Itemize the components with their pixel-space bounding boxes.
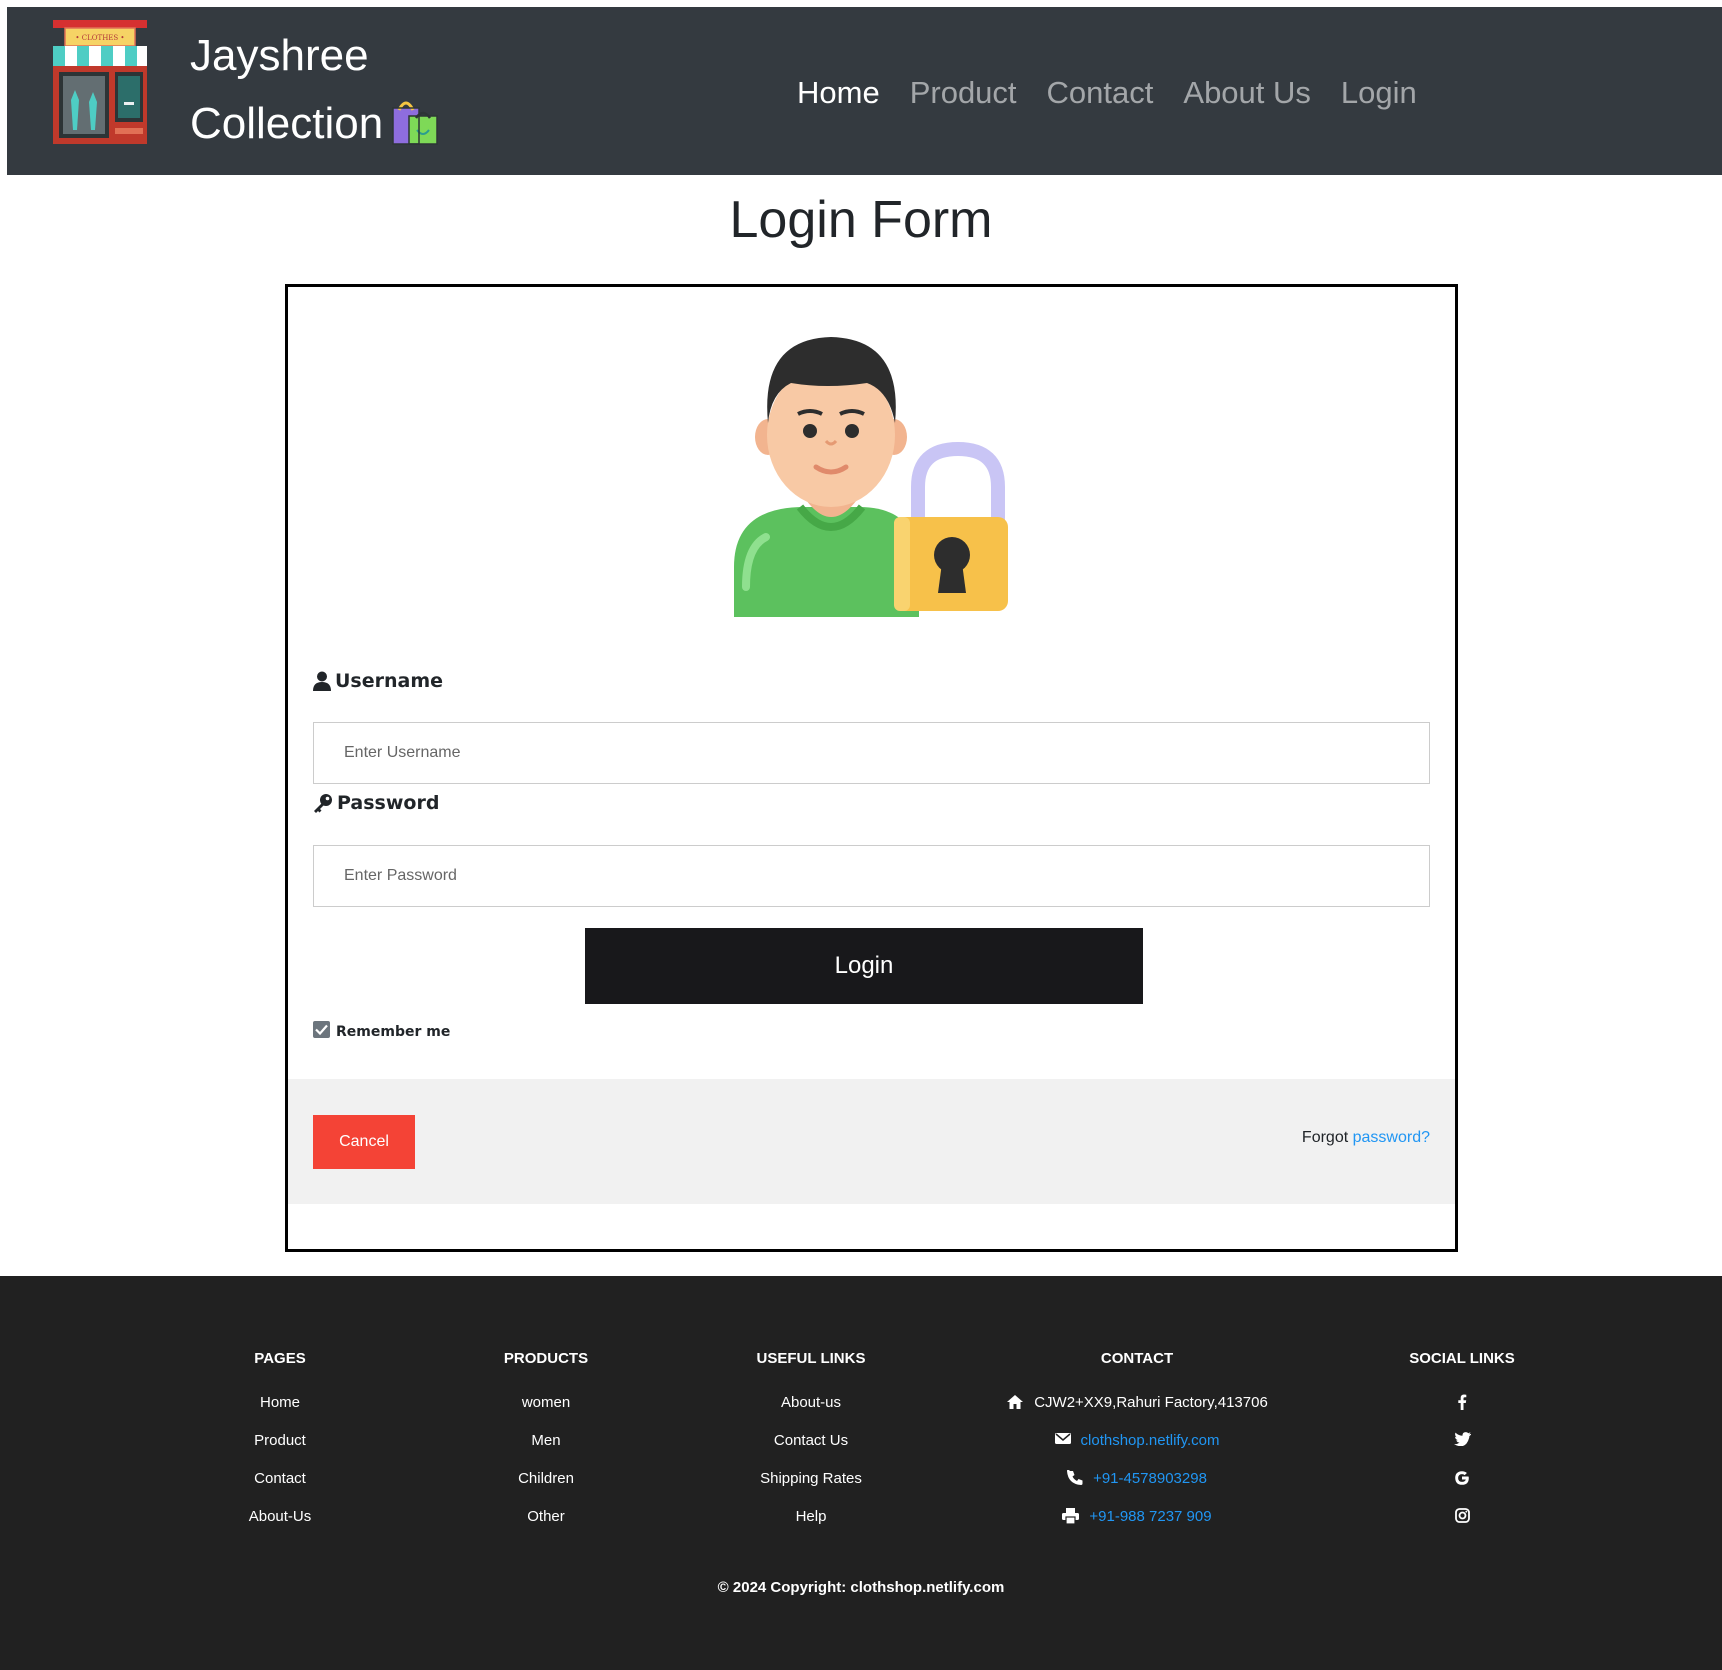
forgot-prefix: Forgot [1301,1129,1349,1146]
logo-sign-text: • CLOTHES • [75,34,124,42]
footer-link-shipping-rates[interactable]: Shipping Rates [731,1470,891,1508]
contact-phone: +91-4578903298 [937,1469,1337,1508]
nav-link-product[interactable]: Product [910,75,1017,111]
envelope-icon [1054,1432,1071,1450]
shopping-bags-icon [389,94,439,166]
nav-link-home[interactable]: Home [797,75,880,111]
username-input[interactable] [313,722,1430,784]
google-icon [1454,1470,1470,1491]
navbar: • CLOTHES • Jayshree Collection Home Pro… [7,7,1722,175]
remember-me-checkbox[interactable] [313,1020,330,1038]
printer-icon [1062,1508,1080,1529]
footer-heading-useful-links: USEFUL LINKS [756,1350,866,1367]
user-icon [313,671,331,691]
google-link[interactable] [1392,1470,1532,1508]
password-input[interactable] [313,845,1430,907]
contact-address: CJW2+XX9,Rahuri Factory,413706 [937,1394,1337,1432]
password-label: Password [313,792,439,814]
footer-link-home[interactable]: Home [200,1394,360,1432]
login-button[interactable]: Login [585,928,1143,1004]
footer-link-men[interactable]: Men [466,1432,626,1470]
home-icon [1006,1394,1024,1415]
site-footer: PAGES Home Product Contact About-Us PROD… [0,1276,1722,1670]
footer-heading-products: PRODUCTS [503,1350,589,1367]
nav-link-contact[interactable]: Contact [1047,75,1154,111]
username-label: Username [313,670,443,692]
footer-link-children[interactable]: Children [466,1470,626,1508]
footer-link-contact-us[interactable]: Contact Us [731,1432,891,1470]
phone-icon [1067,1469,1083,1491]
form-footer: Cancel Forgot password? [288,1079,1455,1204]
contact-address-text: CJW2+XX9,Rahuri Factory,413706 [1034,1394,1268,1411]
footer-col-useful-links: USEFUL LINKS About-us Contact Us Shippin… [731,1350,891,1546]
store-logo[interactable]: • CLOTHES • [51,20,151,144]
footer-heading-pages: PAGES [254,1350,306,1367]
instagram-icon [1454,1508,1470,1528]
nav-link-about-us[interactable]: About Us [1183,75,1311,111]
footer-link-other[interactable]: Other [466,1508,626,1546]
contact-fax-link[interactable]: +91-988 7237 909 [1089,1508,1211,1526]
footer-col-social: SOCIAL LINKS [1392,1350,1532,1546]
cancel-button[interactable]: Cancel [313,1115,415,1169]
remember-me: Remember me [313,1020,451,1040]
contact-email-link[interactable]: clothshop.netlify.com [1081,1432,1220,1450]
user-lock-avatar-icon [728,327,1028,627]
footer-link-women[interactable]: women [466,1394,626,1432]
key-icon [313,793,333,813]
nav-link-login[interactable]: Login [1341,75,1417,111]
nav-menu: Home Product Contact About Us Login [797,75,1417,111]
instagram-link[interactable] [1392,1508,1532,1546]
footer-link-about-us[interactable]: About-Us [200,1508,360,1546]
footer-heading-social: SOCIAL LINKS [1409,1350,1515,1367]
remember-me-label: Remember me [336,1024,451,1040]
forgot-password: Forgot password? [1302,1129,1430,1147]
footer-heading-contact: CONTACT [1100,1350,1174,1367]
username-label-text: Username [335,670,444,692]
contact-phone-link[interactable]: +91-4578903298 [1093,1470,1207,1488]
forgot-password-link[interactable]: password? [1353,1129,1430,1146]
brand-line-1: Jayshree [190,31,369,80]
copyright: © 2024 Copyright: clothshop.netlify.com [717,1579,1005,1596]
footer-link-product[interactable]: Product [200,1432,360,1470]
page-title: Login Form [729,191,993,249]
footer-link-help[interactable]: Help [731,1508,891,1546]
footer-link-contact[interactable]: Contact [200,1470,360,1508]
footer-col-contact: CONTACT CJW2+XX9,Rahuri Factory,413706 c… [937,1350,1337,1546]
twitter-link[interactable] [1392,1432,1532,1470]
password-label-text: Password [337,792,440,814]
brand-line-2: Collection [190,99,384,148]
brand-name[interactable]: Jayshree Collection [190,22,439,166]
facebook-icon [1457,1394,1467,1415]
login-form: Username Password Login Remember me Canc… [285,284,1458,1252]
contact-fax: +91-988 7237 909 [937,1508,1337,1546]
contact-email: clothshop.netlify.com [937,1432,1337,1470]
footer-col-pages: PAGES Home Product Contact About-Us [200,1350,360,1546]
footer-col-products: PRODUCTS women Men Children Other [466,1350,626,1546]
facebook-link[interactable] [1392,1394,1532,1432]
twitter-icon [1453,1432,1471,1451]
footer-link-about-us-2[interactable]: About-us [731,1394,891,1432]
